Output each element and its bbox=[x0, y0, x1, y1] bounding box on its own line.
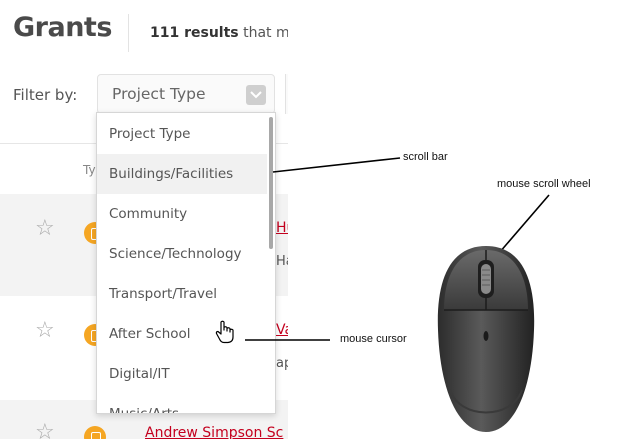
annotation-scroll-bar: scroll bar bbox=[403, 151, 448, 163]
scroll-bar-pointer bbox=[272, 157, 401, 173]
annotation-mouse-scroll-wheel: mouse scroll wheel bbox=[497, 178, 591, 190]
computer-mouse-icon bbox=[437, 246, 535, 432]
annotation-mouse-cursor: mouse cursor bbox=[340, 333, 407, 345]
